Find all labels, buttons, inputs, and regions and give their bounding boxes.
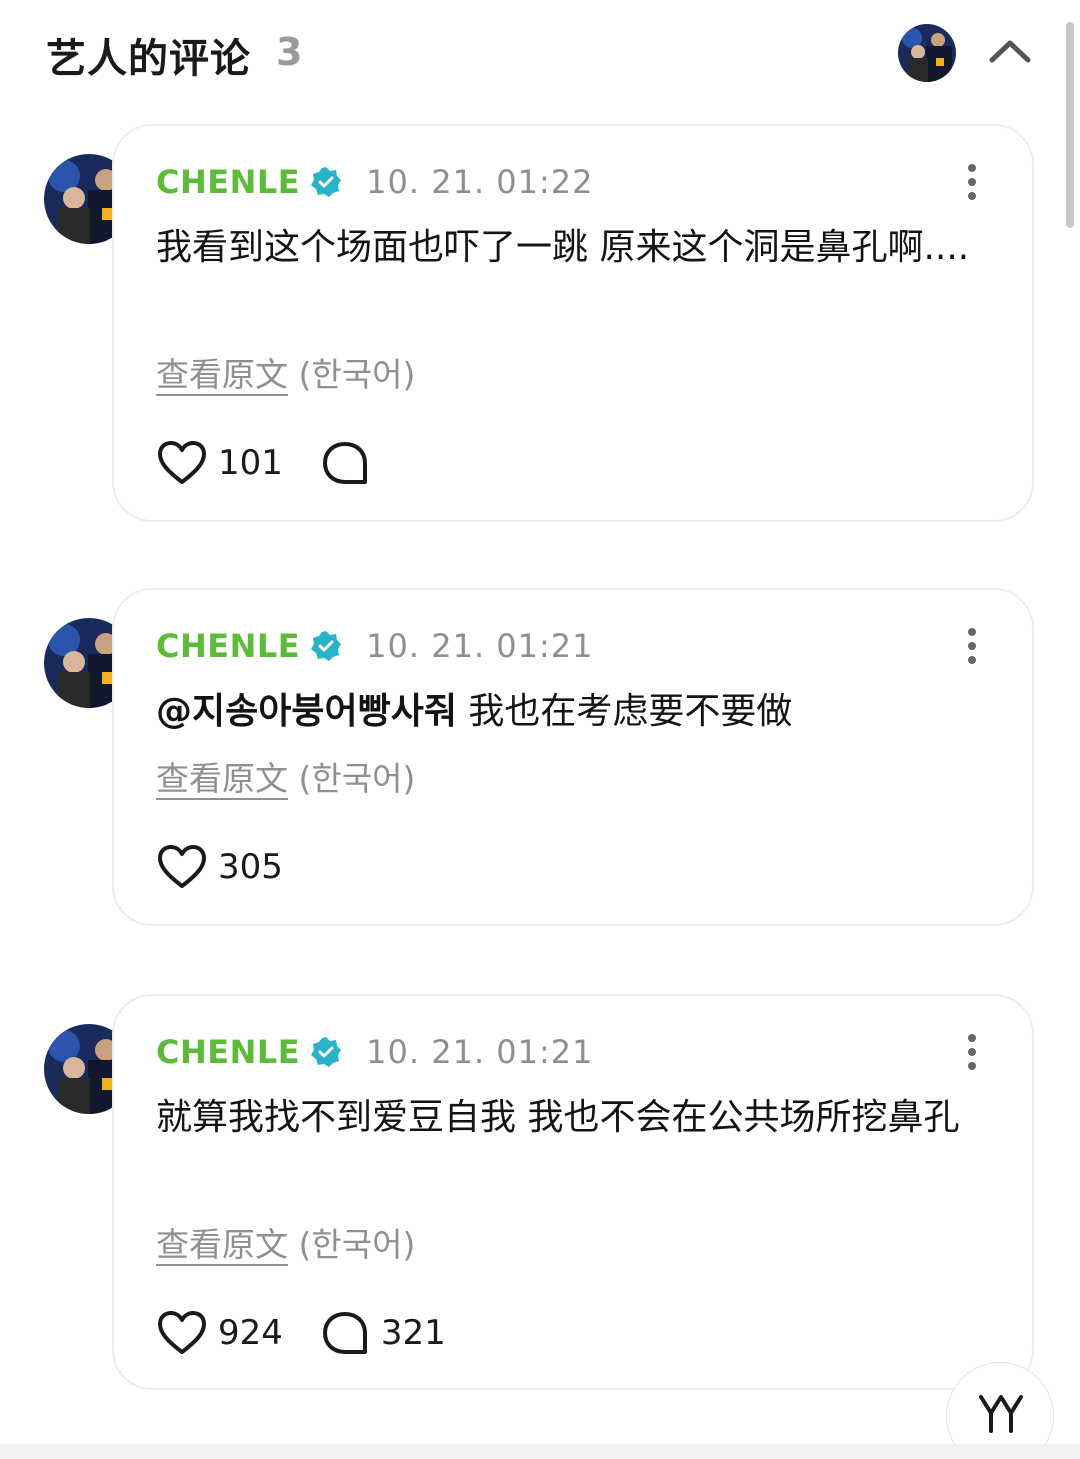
comment-text: 我看到这个场面也吓了一跳 原来这个洞是鼻孔啊.... (156, 218, 996, 278)
verified-badge-icon (311, 1037, 342, 1067)
comment-body: 我看到这个场面也吓了一跳 原来这个洞是鼻孔啊.... (156, 227, 970, 268)
verified-badge-icon (311, 631, 342, 661)
comment-card: CHENLE 10. 21. 01:22 我看到这个场面也吓了一跳 原来这个洞是… (112, 124, 1034, 522)
more-options-icon[interactable] (966, 162, 978, 202)
translate-row: 查看原文 (한국어) (156, 752, 415, 800)
section-header: 艺人的评论 3 (0, 0, 1080, 110)
artist-avatar[interactable] (898, 24, 956, 82)
like-count: 101 (218, 443, 283, 483)
original-language: (한국어) (298, 1225, 416, 1264)
more-options-icon[interactable] (966, 1032, 978, 1072)
comment-actions: 305 (156, 842, 319, 892)
comment-actions: 101 (156, 438, 371, 488)
translate-row: 查看原文 (한국어) (156, 348, 415, 396)
section-title: 艺人的评论 (46, 36, 251, 82)
translate-row: 查看原文 (한국어) (156, 1218, 415, 1266)
reply-bubble-icon[interactable] (319, 439, 371, 487)
comment-item: CHENLE 10. 21. 01:22 我看到这个场面也吓了一跳 原来这个洞是… (40, 124, 1040, 522)
comment-actions: 924 321 (156, 1308, 482, 1358)
comment-body: 就算我找不到爱豆自我 我也不会在公共场所挖鼻孔 (156, 1097, 960, 1138)
reply-bubble-icon[interactable] (319, 1309, 371, 1357)
original-language: (한국어) (298, 759, 416, 798)
username[interactable]: CHENLE (156, 1033, 300, 1071)
more-options-icon[interactable] (966, 626, 978, 666)
comment-timestamp: 10. 21. 01:21 (366, 1033, 594, 1071)
weverse-logo-icon (979, 1395, 1023, 1433)
view-original-link[interactable]: 查看原文 (156, 759, 288, 798)
verified-badge-icon (311, 167, 342, 197)
heart-icon[interactable] (156, 1309, 208, 1357)
like-count: 305 (218, 847, 283, 887)
like-count: 924 (218, 1313, 283, 1353)
user-mention[interactable]: @지송아붕어빵사줘 (156, 691, 457, 732)
username[interactable]: CHENLE (156, 163, 300, 201)
heart-icon[interactable] (156, 843, 208, 891)
comment-count: 3 (276, 30, 303, 74)
chevron-up-icon[interactable] (986, 34, 1034, 68)
comment-timestamp: 10. 21. 01:21 (366, 627, 594, 665)
username[interactable]: CHENLE (156, 627, 300, 665)
bottom-bar (0, 1444, 1080, 1459)
comment-item: CHENLE 10. 21. 01:21 @지송아붕어빵사줘 我也在考虑要不要做… (40, 588, 1040, 926)
comment-text: @지송아붕어빵사줘 我也在考虑要不要做 (156, 682, 996, 742)
comment-meta: CHENLE 10. 21. 01:22 (156, 160, 594, 204)
comment-meta: CHENLE 10. 21. 01:21 (156, 624, 594, 668)
view-original-link[interactable]: 查看原文 (156, 1225, 288, 1264)
scrollbar[interactable] (1066, 22, 1074, 228)
comment-timestamp: 10. 21. 01:22 (366, 163, 594, 201)
comment-text: 就算我找不到爱豆自我 我也不会在公共场所挖鼻孔 (156, 1088, 996, 1148)
comment-card: CHENLE 10. 21. 01:21 就算我找不到爱豆自我 我也不会在公共场… (112, 994, 1034, 1390)
original-language: (한국어) (298, 355, 416, 394)
comment-item: CHENLE 10. 21. 01:21 就算我找不到爱豆自我 我也不会在公共场… (40, 994, 1040, 1390)
comment-meta: CHENLE 10. 21. 01:21 (156, 1030, 594, 1074)
heart-icon[interactable] (156, 439, 208, 487)
reply-count: 321 (380, 1313, 446, 1353)
comment-card: CHENLE 10. 21. 01:21 @지송아붕어빵사줘 我也在考虑要不要做… (112, 588, 1034, 926)
view-original-link[interactable]: 查看原文 (156, 355, 288, 394)
comment-body: 我也在考虑要不要做 (456, 691, 793, 732)
